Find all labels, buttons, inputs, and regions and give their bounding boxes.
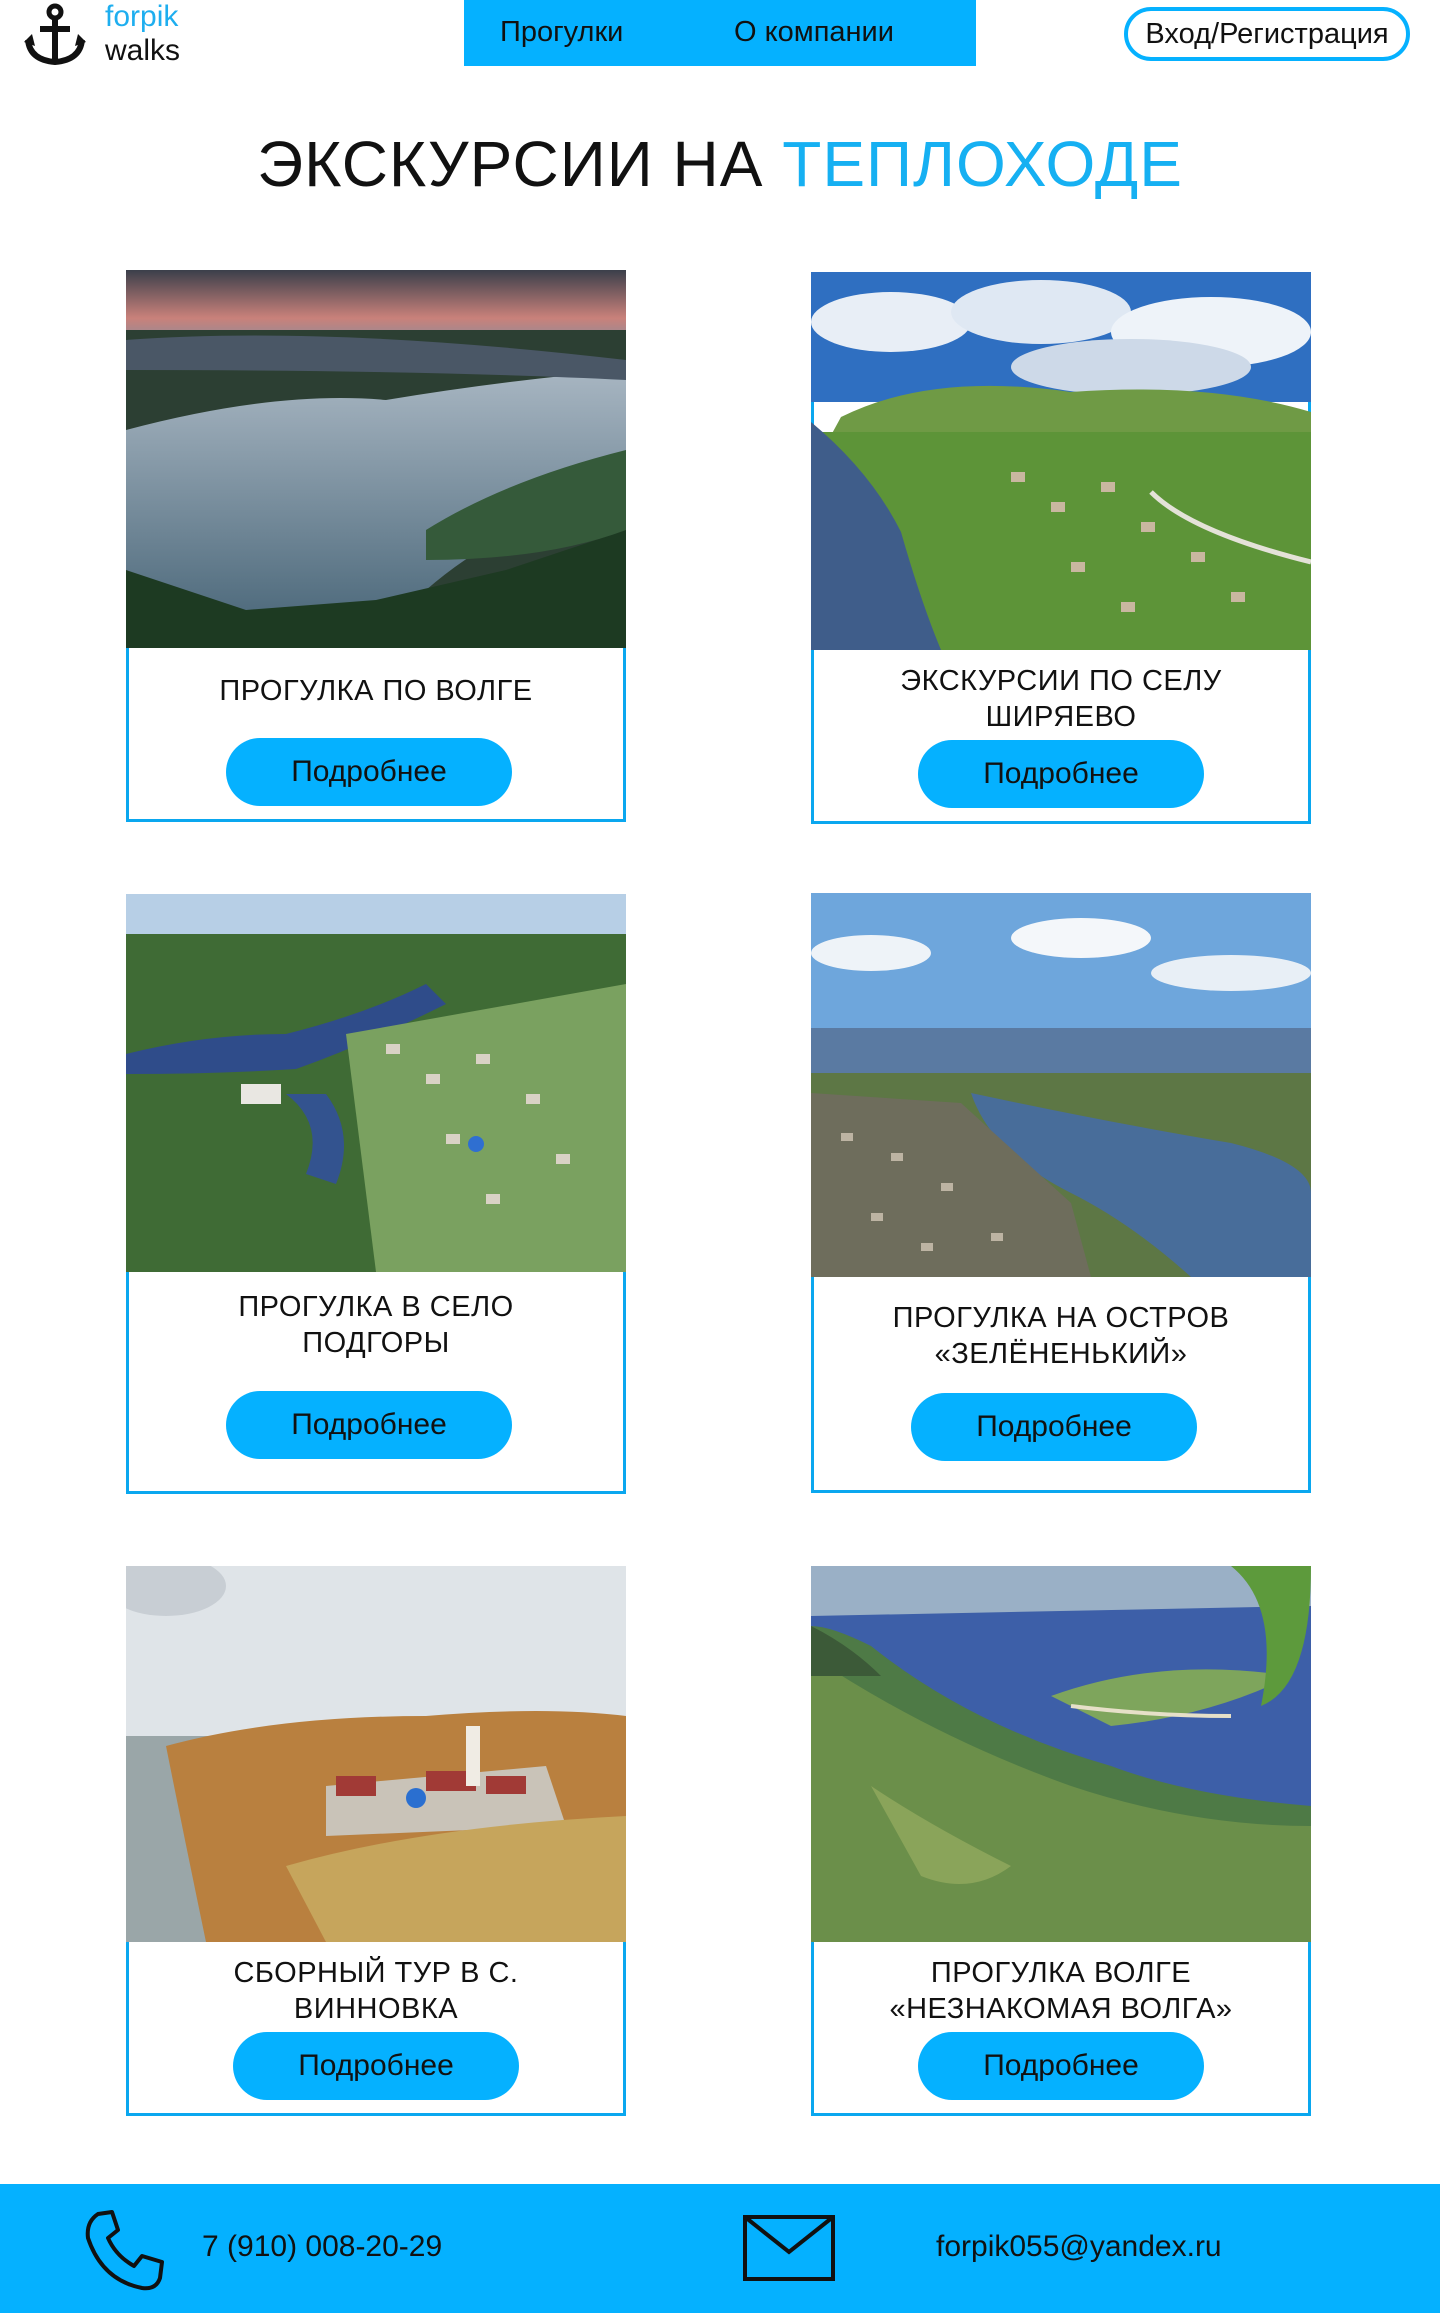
page-title: ЭКСКУРСИИ НА ТЕПЛОХОДЕ xyxy=(0,124,1440,204)
anchor-icon xyxy=(24,3,86,66)
tour-photo xyxy=(811,893,1311,1277)
logo[interactable]: forpik walks xyxy=(22,0,202,70)
site-footer: 7 (910) 008-20-29 forpik055@yandex.ru xyxy=(0,2184,1440,2313)
tour-card: ПРОГУЛКА НА ОСТРОВ «ЗЕЛЁНЕНЬКИЙ» Подробн… xyxy=(811,893,1311,1493)
tour-card-title: ЭКСКУРСИИ ПО СЕЛУ ШИРЯЕВО xyxy=(900,665,1222,733)
main-nav: Прогулки О компании xyxy=(464,0,976,66)
tour-card: СБОРНЫЙ ТУР В С. ВИННОВКА Подробнее xyxy=(126,1566,626,2116)
tour-photo xyxy=(811,272,1311,650)
nav-link-about[interactable]: О компании xyxy=(734,16,894,49)
details-button[interactable]: Подробнее xyxy=(226,738,512,806)
tour-photo xyxy=(126,894,626,1272)
nav-link-walks[interactable]: Прогулки xyxy=(500,16,623,49)
tour-card-title: СБОРНЫЙ ТУР В С. ВИННОВКА xyxy=(233,1957,519,2025)
tour-photo xyxy=(126,1566,626,1942)
tour-card-title: ПРОГУЛКА ПО ВОЛГЕ xyxy=(219,675,533,707)
details-button[interactable]: Подробнее xyxy=(918,740,1204,808)
footer-phone[interactable]: 7 (910) 008-20-29 xyxy=(202,2230,442,2264)
logo-text-top: forpik xyxy=(105,0,179,33)
tour-card-title: ПРОГУЛКА ВОЛГЕ «НЕЗНАКОМАЯ ВОЛГА» xyxy=(889,1957,1233,2025)
page-title-accent: ТЕПЛОХОДЕ xyxy=(782,128,1183,200)
page-title-main: ЭКСКУРСИИ НА xyxy=(257,128,783,200)
login-register-button[interactable]: Вход/Регистрация xyxy=(1124,7,1410,61)
mail-icon xyxy=(743,2215,835,2281)
details-button[interactable]: Подробнее xyxy=(918,2032,1204,2100)
logo-text-bottom: walks xyxy=(105,34,181,67)
site-header: forpik walks Прогулки О компании Вход/Ре… xyxy=(0,0,1440,70)
tour-card: ЭКСКУРСИИ ПО СЕЛУ ШИРЯЕВО Подробнее xyxy=(811,272,1311,824)
phone-icon xyxy=(85,2210,164,2291)
footer-email[interactable]: forpik055@yandex.ru xyxy=(936,2230,1222,2264)
tour-photo xyxy=(811,1566,1311,1942)
tour-card: ПРОГУЛКА ВОЛГЕ «НЕЗНАКОМАЯ ВОЛГА» Подроб… xyxy=(811,1566,1311,2116)
tour-card-title: ПРОГУЛКА НА ОСТРОВ «ЗЕЛЁНЕНЬКИЙ» xyxy=(892,1302,1230,1370)
details-button[interactable]: Подробнее xyxy=(226,1391,512,1459)
tour-photo xyxy=(126,270,626,648)
details-button[interactable]: Подробнее xyxy=(911,1393,1197,1461)
details-button[interactable]: Подробнее xyxy=(233,2032,519,2100)
tour-card: ПРОГУЛКА ПО ВОЛГЕ Подробнее xyxy=(126,270,626,822)
tour-card-title: ПРОГУЛКА В СЕЛО ПОДГОРЫ xyxy=(238,1291,514,1359)
tour-card: ПРОГУЛКА В СЕЛО ПОДГОРЫ Подробнее xyxy=(126,894,626,1494)
